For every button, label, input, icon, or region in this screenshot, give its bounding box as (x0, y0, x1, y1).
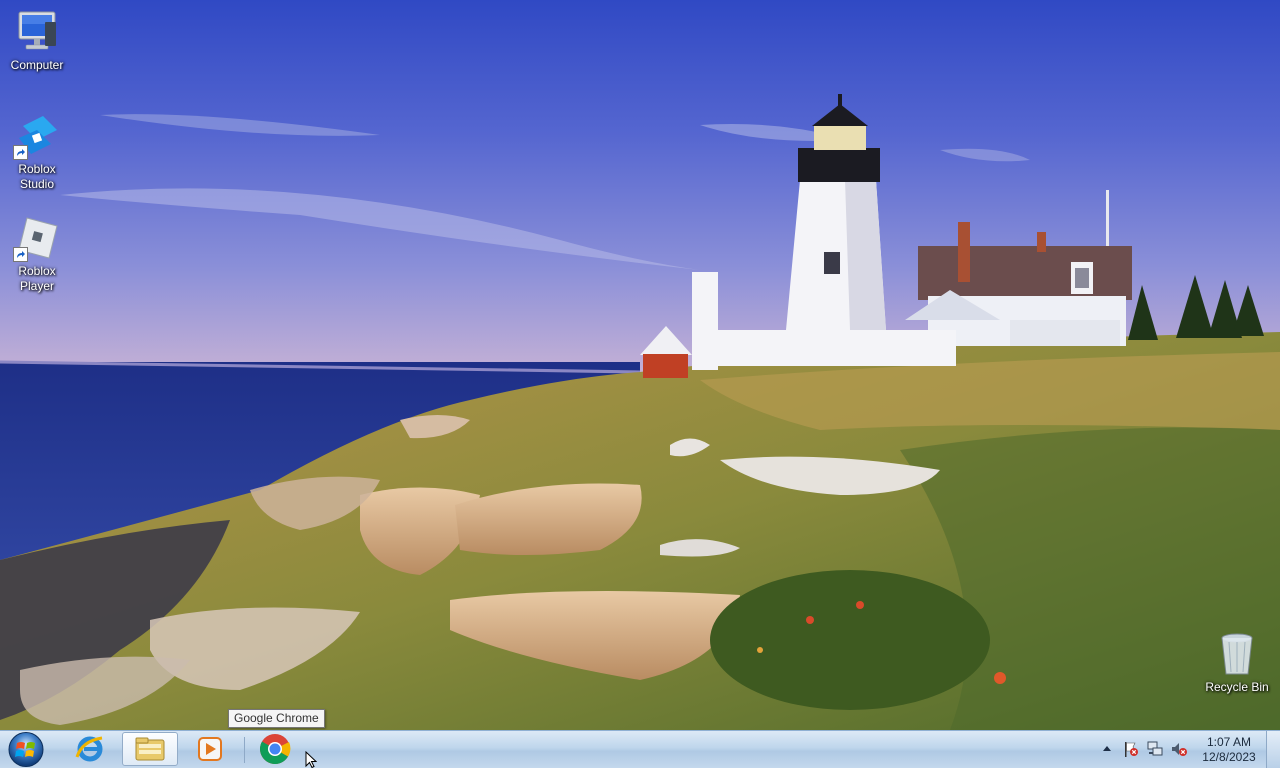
computer-icon (13, 8, 61, 56)
desktop-icon-roblox-studio[interactable]: Roblox Studio (0, 112, 74, 192)
show-hidden-icons-arrow-icon[interactable] (1098, 740, 1116, 758)
desktop-icon-computer[interactable]: Computer (0, 8, 74, 73)
chrome-icon (260, 734, 291, 764)
action-center-flag-icon[interactable] (1122, 740, 1140, 758)
chrome-tooltip: Google Chrome (228, 709, 325, 728)
roblox-studio-icon (13, 112, 61, 160)
network-icon[interactable] (1146, 740, 1164, 758)
internet-explorer-icon (75, 736, 103, 762)
clock[interactable]: 1:07 AM 12/8/2023 (1196, 735, 1262, 765)
clock-date: 12/8/2023 (1202, 750, 1256, 764)
start-button[interactable] (5, 731, 47, 768)
taskbar-separator (244, 737, 245, 763)
windows-start-orb-icon (8, 732, 44, 767)
desktop-icon-label: Computer (10, 58, 64, 72)
roblox-player-icon (13, 214, 61, 262)
desktop-icon-recycle-bin[interactable]: Recycle Bin (1200, 630, 1274, 695)
desktop-icon-label: Recycle Bin (1205, 680, 1269, 694)
taskbar-media-player[interactable] (182, 732, 238, 766)
mouse-cursor-icon (305, 751, 317, 768)
shortcut-arrow-icon (13, 145, 28, 160)
volume-muted-icon[interactable] (1170, 740, 1188, 758)
wallpaper-lighthouse (0, 0, 1280, 730)
taskbar: 1:07 AM 12/8/2023 (0, 730, 1280, 768)
file-explorer-icon (135, 737, 165, 761)
shortcut-arrow-icon (13, 247, 28, 262)
clock-time: 1:07 AM (1206, 735, 1252, 749)
media-player-icon (198, 737, 222, 761)
show-desktop-button[interactable] (1266, 731, 1280, 768)
recycle-bin-icon (1213, 630, 1261, 678)
taskbar-google-chrome[interactable] (247, 732, 303, 766)
desktop-icon-roblox-player[interactable]: Roblox Player (0, 214, 74, 294)
taskbar-windows-explorer[interactable] (122, 732, 178, 766)
desktop-icon-label: Roblox Player (18, 264, 56, 293)
taskbar-internet-explorer[interactable] (62, 732, 118, 766)
desktop-icon-label: Roblox Studio (18, 162, 56, 191)
desktop[interactable]: Computer Roblox Studio Roblox Player Rec… (0, 0, 1280, 730)
